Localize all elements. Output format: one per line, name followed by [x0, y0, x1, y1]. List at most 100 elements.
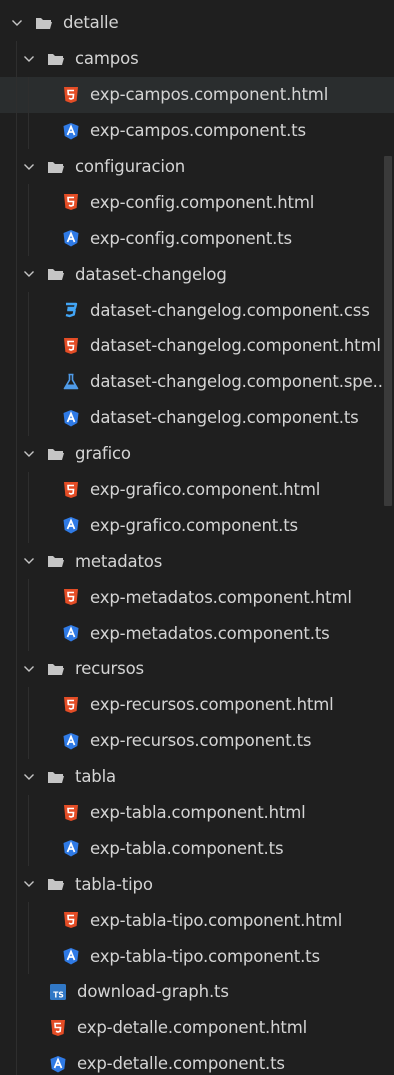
file-row[interactable]: exp-detalle.component.html: [0, 1009, 394, 1046]
file-label: exp-metadatos.component.ts: [90, 623, 330, 643]
chevron-down-icon[interactable]: [20, 552, 38, 570]
indent-guide: [16, 471, 17, 508]
file-row[interactable]: exp-grafico.component.html: [0, 471, 394, 508]
html5-icon: [61, 695, 81, 715]
indent-guide: [16, 256, 17, 293]
folder-open-icon: [46, 157, 66, 177]
indent-guide: [16, 112, 17, 149]
file-label: dataset-changelog.component.spe...: [90, 372, 388, 392]
file-label: exp-detalle.component.ts: [77, 1054, 285, 1074]
indent-guide: [16, 902, 17, 939]
file-row[interactable]: exp-detalle.component.ts: [0, 1045, 394, 1075]
indent-guide: [28, 615, 29, 652]
indent-guide: [28, 399, 29, 436]
folder-label: configuracion: [75, 157, 186, 176]
file-label: exp-config.component.html: [90, 192, 315, 212]
chevron-down-icon[interactable]: [20, 158, 38, 176]
folder-row[interactable]: campos: [0, 40, 394, 77]
file-label: exp-config.component.ts: [90, 228, 292, 248]
indent-guide: [28, 507, 29, 544]
file-label: exp-tabla.component.html: [90, 803, 306, 823]
file-row[interactable]: TS download-graph.ts: [0, 974, 394, 1010]
angular-icon: [61, 515, 81, 535]
indent-guide: [16, 148, 17, 185]
folder-open-icon: [46, 874, 66, 894]
chevron-down-icon[interactable]: [20, 660, 38, 678]
indent-guide: [28, 794, 29, 831]
chevron-down-icon[interactable]: [20, 445, 38, 463]
indent-guide: [16, 1045, 17, 1075]
file-row[interactable]: exp-config.component.ts: [0, 220, 394, 257]
file-row[interactable]: exp-campos.component.ts: [0, 112, 394, 149]
html5-icon: [61, 480, 81, 500]
html5-icon: [61, 587, 81, 607]
file-row[interactable]: exp-config.component.html: [0, 184, 394, 221]
chevron-down-icon[interactable]: [8, 14, 26, 32]
vertical-scrollbar[interactable]: [384, 156, 392, 506]
file-row[interactable]: dataset-changelog.component.html: [0, 328, 394, 364]
file-label: exp-recursos.component.ts: [90, 731, 312, 751]
file-label: download-graph.ts: [77, 982, 229, 1002]
indent-guide: [16, 40, 17, 77]
chevron-down-icon[interactable]: [20, 875, 38, 893]
folder-row[interactable]: tabla: [0, 758, 394, 795]
file-row[interactable]: exp-recursos.component.ts: [0, 722, 394, 759]
indent-guide: [16, 435, 17, 472]
file-row[interactable]: exp-tabla.component.ts: [0, 830, 394, 867]
file-row[interactable]: exp-grafico.component.ts: [0, 507, 394, 544]
folder-row[interactable]: dataset-changelog: [0, 256, 394, 293]
file-label: exp-metadatos.component.html: [90, 587, 352, 607]
folder-row[interactable]: metadatos: [0, 543, 394, 580]
html5-icon: [48, 1018, 68, 1038]
folder-label: campos: [75, 49, 139, 69]
indent-guide: [28, 328, 29, 364]
indent-guide: [16, 399, 17, 436]
indent-guide: [16, 543, 17, 580]
file-label: exp-recursos.component.html: [90, 695, 334, 715]
folder-row[interactable]: configuracion: [0, 148, 394, 185]
indent-guide: [16, 579, 17, 616]
file-row[interactable]: dataset-changelog.component.ts: [0, 399, 394, 436]
chevron-down-icon[interactable]: [20, 50, 38, 68]
folder-row[interactable]: detalle: [0, 5, 394, 41]
chevron-down-icon[interactable]: [20, 265, 38, 283]
file-row[interactable]: exp-metadatos.component.html: [0, 579, 394, 616]
file-label: exp-tabla-tipo.component.ts: [90, 946, 320, 966]
angular-icon: [61, 121, 81, 141]
folder-open-icon: [46, 444, 66, 464]
html5-icon: [61, 803, 81, 823]
indent-guide: [16, 363, 17, 400]
indent-guide: [16, 686, 17, 723]
indent-guide: [16, 292, 17, 329]
indent-guide: [16, 76, 17, 113]
file-label: exp-tabla-tipo.component.html: [90, 910, 343, 930]
folder-row[interactable]: tabla-tipo: [0, 866, 394, 903]
file-label: exp-grafico.component.html: [90, 480, 321, 500]
indent-guide: [16, 184, 17, 221]
file-explorer: detalle campos exp-campos.component.html ex…: [0, 0, 394, 1075]
file-label: exp-detalle.component.html: [77, 1018, 308, 1038]
indent-guide: [28, 112, 29, 149]
file-row[interactable]: dataset-changelog.component.spe...: [0, 363, 394, 400]
folder-label: grafico: [75, 444, 131, 464]
indent-guide: [16, 1009, 17, 1046]
indent-guide: [16, 615, 17, 652]
angular-icon: [61, 838, 81, 858]
file-row[interactable]: exp-tabla-tipo.component.html: [0, 902, 394, 939]
file-label: exp-campos.component.html: [90, 85, 329, 105]
svg-text:TS: TS: [53, 990, 64, 999]
folder-row[interactable]: recursos: [0, 651, 394, 687]
html5-icon: [61, 910, 81, 930]
chevron-down-icon[interactable]: [20, 768, 38, 786]
file-row[interactable]: exp-tabla-tipo.component.ts: [0, 938, 394, 975]
folder-open-icon: [46, 264, 66, 284]
file-row[interactable]: dataset-changelog.component.css: [0, 292, 394, 329]
folder-row[interactable]: grafico: [0, 435, 394, 472]
indent-guide: [16, 220, 17, 257]
file-row[interactable]: exp-metadatos.component.ts: [0, 615, 394, 652]
folder-open-icon: [34, 13, 54, 33]
file-row[interactable]: exp-recursos.component.html: [0, 686, 394, 723]
html5-icon: [61, 336, 81, 356]
file-row[interactable]: exp-campos.component.html: [0, 76, 394, 113]
file-row[interactable]: exp-tabla.component.html: [0, 794, 394, 831]
